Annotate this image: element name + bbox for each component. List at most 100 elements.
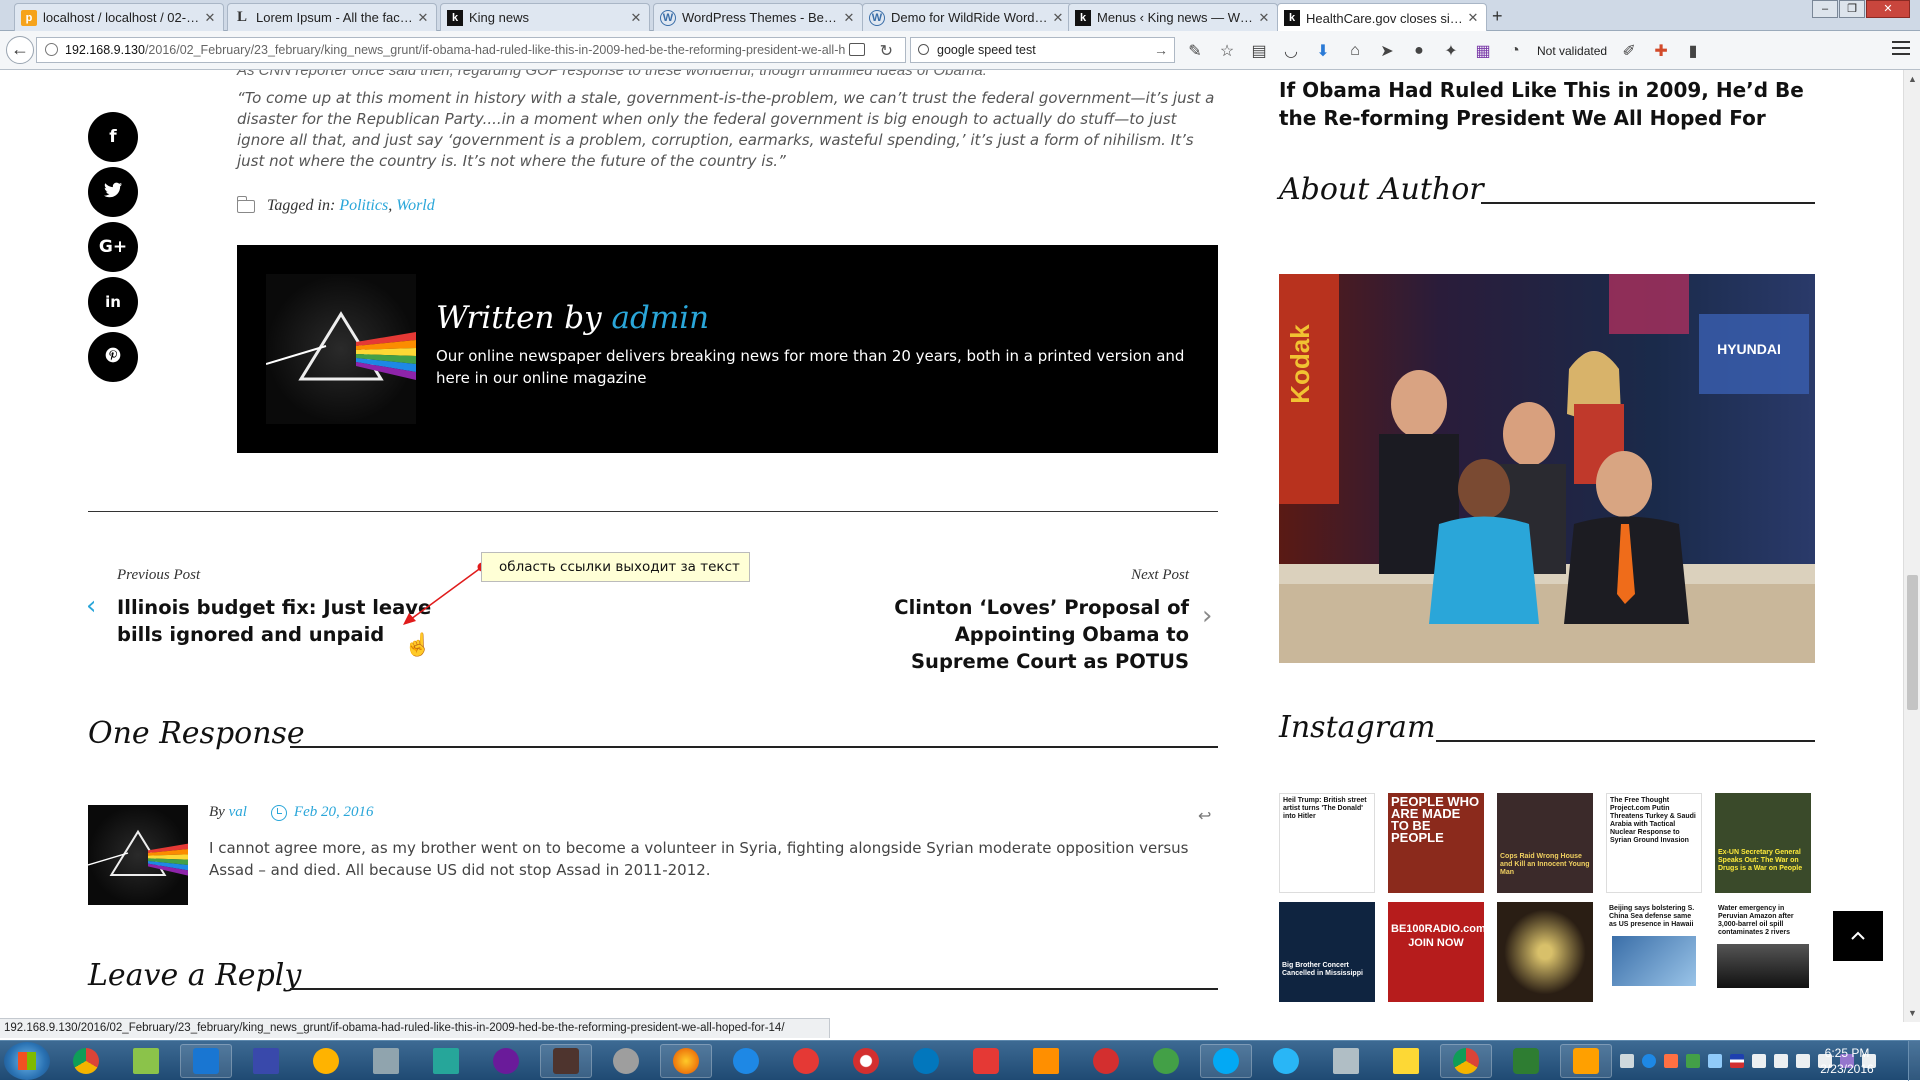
action-center-icon[interactable] bbox=[1774, 1054, 1788, 1068]
clipboard-icon[interactable]: ▮ bbox=[1683, 41, 1703, 61]
taskbar-skype-app[interactable] bbox=[180, 1044, 232, 1078]
comment-date-link[interactable]: Feb 20, 2016 bbox=[294, 804, 374, 821]
validator-icon[interactable]: ◔ bbox=[1505, 41, 1525, 61]
taskbar-calculator[interactable] bbox=[360, 1044, 412, 1078]
taskbar-save[interactable] bbox=[240, 1044, 292, 1078]
instagram-item[interactable]: Ex-UN Secretary General Speaks Out: The … bbox=[1715, 793, 1811, 893]
send-icon[interactable]: ➤ bbox=[1377, 41, 1397, 61]
tray-app-icon[interactable] bbox=[1642, 1054, 1656, 1068]
instagram-item[interactable]: Beijing says bolstering S. China Sea def… bbox=[1606, 902, 1702, 1002]
search-input[interactable]: google speed test bbox=[937, 43, 1036, 57]
extension-icon[interactable]: ✦ bbox=[1441, 41, 1461, 61]
instagram-item[interactable]: The Free Thought Project.com Putin Threa… bbox=[1606, 793, 1702, 893]
back-to-top-button[interactable] bbox=[1833, 911, 1883, 961]
taskbar-telegram[interactable] bbox=[1260, 1044, 1312, 1078]
instagram-item[interactable]: BE100RADIO.com JOIN NOW bbox=[1388, 902, 1484, 1002]
bookmarks-list-icon[interactable]: ▤ bbox=[1249, 41, 1269, 61]
taskbar-chrome[interactable] bbox=[60, 1044, 112, 1078]
tray-arrow-icon[interactable] bbox=[1620, 1054, 1634, 1068]
tray-app-icon[interactable] bbox=[1664, 1054, 1678, 1068]
tag-link[interactable]: World bbox=[396, 197, 435, 215]
language-flag-icon[interactable] bbox=[1730, 1054, 1744, 1068]
new-tab-button[interactable]: + bbox=[1492, 6, 1503, 27]
taskbar-anydesk[interactable] bbox=[1080, 1044, 1132, 1078]
instagram-item[interactable]: PEOPLE WHO ARE MADE TO BE PEOPLE bbox=[1388, 793, 1484, 893]
show-desktop-button[interactable] bbox=[1908, 1041, 1920, 1081]
close-icon[interactable]: ✕ bbox=[629, 10, 643, 26]
edit-icon[interactable]: ✐ bbox=[1619, 41, 1639, 61]
network-icon[interactable] bbox=[1752, 1054, 1766, 1068]
taskbar-sublime[interactable] bbox=[540, 1044, 592, 1078]
previous-post-link[interactable]: Illinois budget fix: Just leave bills ig… bbox=[117, 594, 437, 648]
tab-lorem-ipsum[interactable]: L Lorem Ipsum - All the facts... ✕ bbox=[227, 3, 437, 31]
taskbar-vivaldi[interactable] bbox=[960, 1044, 1012, 1078]
search-go-icon[interactable]: → bbox=[1154, 38, 1168, 62]
sidebar-post-link[interactable]: If Obama Had Ruled Like This in 2009, He… bbox=[1279, 76, 1839, 132]
tab-wildride-demo[interactable]: W Demo for WildRide WordPr... ✕ bbox=[862, 3, 1072, 31]
tag-link[interactable]: Politics bbox=[339, 197, 388, 215]
search-bar[interactable]: google speed test → bbox=[910, 37, 1175, 63]
addon-badge-icon[interactable]: ✚ bbox=[1651, 41, 1671, 61]
close-icon[interactable]: ✕ bbox=[203, 10, 217, 26]
share-facebook-button[interactable]: f bbox=[88, 112, 138, 162]
pocket-icon[interactable]: ◡ bbox=[1281, 41, 1301, 61]
comment-author-link[interactable]: val bbox=[229, 804, 247, 821]
chevron-left-icon[interactable]: ‹ bbox=[86, 591, 96, 621]
taskbar-ie[interactable] bbox=[720, 1044, 772, 1078]
taskbar-firefox[interactable] bbox=[660, 1044, 712, 1078]
window-close-button[interactable]: ✕ bbox=[1866, 0, 1910, 18]
site-info-icon[interactable] bbox=[45, 43, 58, 56]
instagram-item[interactable]: Cops Raid Wrong House and Kill an Innoce… bbox=[1497, 793, 1593, 893]
home-icon[interactable]: ⌂ bbox=[1345, 41, 1365, 61]
instagram-item[interactable]: Big Brother Concert Cancelled in Mississ… bbox=[1279, 902, 1375, 1002]
volume-icon[interactable] bbox=[1796, 1054, 1810, 1068]
minimize-button[interactable]: – bbox=[1812, 0, 1838, 18]
download-icon[interactable]: ⬇ bbox=[1313, 41, 1333, 61]
scroll-up-arrow-icon[interactable]: ▲ bbox=[1908, 74, 1917, 84]
tab-wordpress-themes[interactable]: W WordPress Themes - Best ... ✕ bbox=[653, 3, 863, 31]
chevron-right-icon[interactable]: › bbox=[1202, 601, 1212, 631]
taskbar-hangouts[interactable] bbox=[1500, 1044, 1552, 1078]
taskbar-media[interactable] bbox=[480, 1044, 532, 1078]
close-icon[interactable]: ✕ bbox=[1257, 10, 1271, 26]
taskbar-app-s-green[interactable] bbox=[1140, 1044, 1192, 1078]
instagram-item[interactable]: Water emergency in Peruvian Amazon after… bbox=[1715, 902, 1811, 1002]
next-post-link[interactable]: Clinton ‘Loves’ Proposal of Appointing O… bbox=[869, 594, 1189, 675]
taskbar-chrome-2[interactable] bbox=[1440, 1044, 1492, 1078]
instagram-item[interactable]: Heil Trump: British street artist turns … bbox=[1279, 793, 1375, 893]
taskbar-app-orange[interactable] bbox=[1020, 1044, 1072, 1078]
share-google-plus-button[interactable]: G+ bbox=[88, 222, 138, 272]
share-pinterest-button[interactable] bbox=[88, 332, 138, 382]
menu-icon[interactable] bbox=[1892, 41, 1910, 59]
taskbar-edge[interactable] bbox=[900, 1044, 952, 1078]
close-icon[interactable]: ✕ bbox=[842, 10, 856, 26]
author-link[interactable]: admin bbox=[612, 300, 710, 336]
close-icon[interactable]: ✕ bbox=[1466, 10, 1480, 26]
chat-icon[interactable]: ● bbox=[1409, 41, 1429, 61]
taskbar-opera[interactable] bbox=[840, 1044, 892, 1078]
taskbar-notepad[interactable] bbox=[120, 1044, 172, 1078]
back-button[interactable]: ← bbox=[6, 36, 34, 64]
page-scrollbar[interactable]: ▲ ▼ bbox=[1903, 70, 1920, 1022]
taskbar-filezilla[interactable] bbox=[300, 1044, 352, 1078]
instagram-item[interactable] bbox=[1497, 902, 1593, 1002]
tray-app-icon[interactable] bbox=[1708, 1054, 1722, 1068]
close-icon[interactable]: ✕ bbox=[1051, 10, 1065, 26]
taskbar-yandex[interactable] bbox=[780, 1044, 832, 1078]
tab-healthcare-gov[interactable]: k HealthCare.gov closes sign... ✕ bbox=[1277, 3, 1487, 32]
start-button[interactable] bbox=[4, 1042, 50, 1080]
tab-menus[interactable]: k Menus ‹ King news — Wor... ✕ bbox=[1068, 3, 1278, 31]
share-twitter-button[interactable] bbox=[88, 167, 138, 217]
scrollbar-thumb[interactable] bbox=[1907, 575, 1918, 710]
scroll-down-arrow-icon[interactable]: ▼ bbox=[1908, 1008, 1917, 1018]
close-icon[interactable]: ✕ bbox=[416, 10, 430, 26]
grid-icon[interactable]: ▦ bbox=[1473, 41, 1493, 61]
taskbar-clock[interactable]: 6:25 PM 2/23/2016 bbox=[1812, 1045, 1882, 1077]
screenshot-icon[interactable]: ✎ bbox=[1185, 41, 1205, 61]
taskbar-app-orange-2[interactable] bbox=[1560, 1044, 1612, 1078]
url-bar[interactable]: 192.168.9.130/2016/02_February/23_februa… bbox=[36, 37, 906, 63]
reply-icon[interactable]: ↩ bbox=[1198, 806, 1211, 826]
bookmark-star-icon[interactable]: ☆ bbox=[1217, 41, 1237, 61]
reader-view-icon[interactable] bbox=[849, 43, 865, 56]
taskbar-notes[interactable] bbox=[1320, 1044, 1372, 1078]
